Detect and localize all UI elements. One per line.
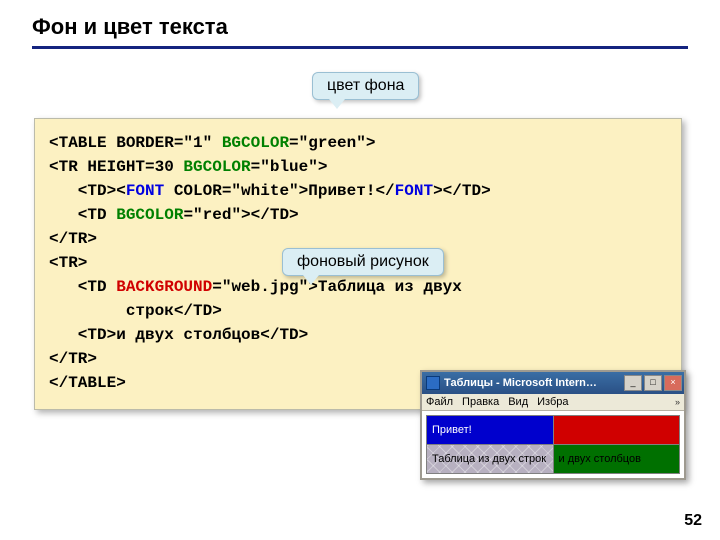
title-rule bbox=[32, 46, 688, 49]
code-l3a: <TD>< bbox=[49, 182, 126, 200]
cell-webbg: Таблица из двух строк bbox=[427, 445, 554, 474]
code-l2a: <TR HEIGHT=30 bbox=[49, 158, 183, 176]
ie-icon bbox=[426, 376, 440, 390]
attr-bgcolor-3: BGCOLOR bbox=[116, 206, 183, 224]
code-l3c: ></TD> bbox=[433, 182, 491, 200]
code-l9: <TD>и двух столбцов</TD> bbox=[49, 326, 308, 344]
callout-bgcolor: цвет фона bbox=[312, 72, 419, 100]
cell-red bbox=[553, 416, 680, 445]
code-l7a: <TD bbox=[49, 278, 116, 296]
slide-title: Фон и цвет текста bbox=[0, 0, 720, 46]
cell-hello: Привет! bbox=[427, 416, 554, 445]
menu-overflow-icon[interactable]: » bbox=[675, 397, 680, 407]
close-button[interactable]: × bbox=[664, 375, 682, 391]
menu-favorites[interactable]: Избра bbox=[537, 396, 568, 408]
code-l8: строк</TD> bbox=[49, 302, 222, 320]
ie-window: Таблицы - Microsoft Intern… _ □ × Файл П… bbox=[420, 370, 686, 480]
attr-bgcolor-2: BGCOLOR bbox=[183, 158, 250, 176]
code-l5: </TR> bbox=[49, 230, 97, 248]
menu-edit[interactable]: Правка bbox=[462, 396, 499, 408]
window-title: Таблицы - Microsoft Intern… bbox=[444, 377, 624, 389]
callout-background: фоновый рисунок bbox=[282, 248, 444, 276]
code-l7b: ="web.jpg">Таблица из двух bbox=[212, 278, 462, 296]
maximize-button[interactable]: □ bbox=[644, 375, 662, 391]
table-row: Таблица из двух строк и двух столбцов bbox=[427, 445, 680, 474]
menu-view[interactable]: Вид bbox=[508, 396, 528, 408]
menu-file[interactable]: Файл bbox=[426, 396, 453, 408]
code-l4b: ="red"></TD> bbox=[183, 206, 298, 224]
code-l3b: COLOR="white">Привет!</ bbox=[164, 182, 394, 200]
demo-table: Привет! Таблица из двух строк и двух сто… bbox=[426, 415, 680, 474]
attr-background: BACKGROUND bbox=[116, 278, 212, 296]
menubar: Файл Правка Вид Избра » bbox=[422, 394, 684, 411]
page-number: 52 bbox=[684, 512, 702, 530]
code-l1b: ="green"> bbox=[289, 134, 375, 152]
titlebar: Таблицы - Microsoft Intern… _ □ × bbox=[422, 372, 684, 394]
minimize-button[interactable]: _ bbox=[624, 375, 642, 391]
code-l2b: ="blue"> bbox=[251, 158, 328, 176]
table-row: Привет! bbox=[427, 416, 680, 445]
cell-green: и двух столбцов bbox=[553, 445, 680, 474]
code-l10: </TR> bbox=[49, 350, 97, 368]
tag-font-close: FONT bbox=[395, 182, 433, 200]
code-l11: </TABLE> bbox=[49, 374, 126, 392]
tag-font-open: FONT bbox=[126, 182, 164, 200]
attr-bgcolor-1: BGCOLOR bbox=[222, 134, 289, 152]
client-area: Привет! Таблица из двух строк и двух сто… bbox=[422, 411, 684, 478]
code-l4a: <TD bbox=[49, 206, 116, 224]
code-l1a: <TABLE BORDER="1" bbox=[49, 134, 222, 152]
code-l6: <TR> bbox=[49, 254, 87, 272]
